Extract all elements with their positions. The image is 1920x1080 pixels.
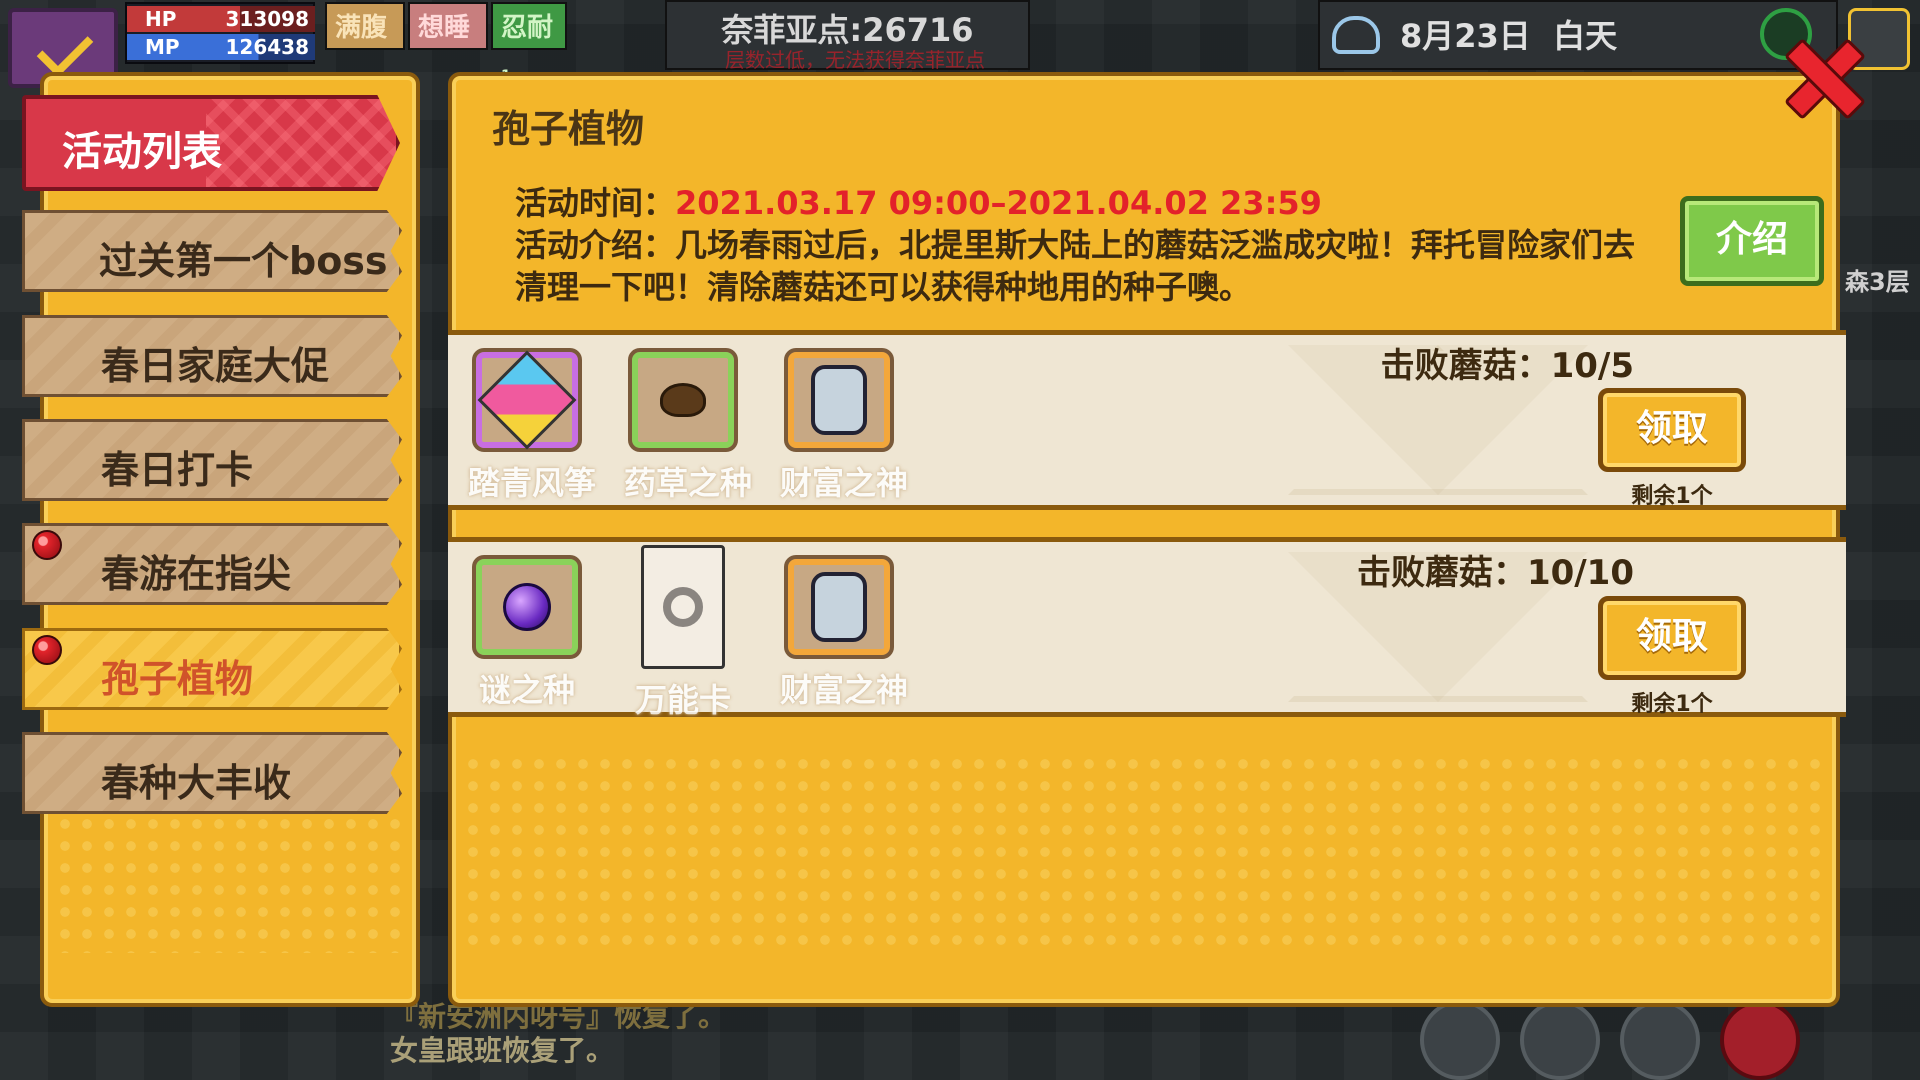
seed-icon bbox=[660, 383, 706, 417]
activity-item-first-boss[interactable]: 过关第一个boss bbox=[22, 210, 402, 292]
kite-icon bbox=[477, 350, 577, 450]
badge-icon[interactable] bbox=[1720, 1000, 1800, 1080]
activity-title: 孢子植物 bbox=[492, 107, 645, 151]
claim-button[interactable]: 领取 bbox=[1598, 388, 1746, 472]
reward-item[interactable]: 万能卡 bbox=[624, 545, 742, 721]
activity-description: 活动介绍：几场春雨过后，北提里斯大陆上的蘑菇泛滥成灾啦！拜托冒险家们去清理一下吧… bbox=[515, 224, 1655, 308]
activity-time: 活动时间：2021.03.17 09:00–2021.04.02 23:59 bbox=[515, 182, 1322, 224]
mp-label: MP bbox=[145, 35, 180, 59]
activity-desc-label: 活动介绍： bbox=[515, 226, 676, 264]
reward-icon-frame bbox=[628, 348, 738, 452]
shield-icon[interactable] bbox=[1420, 1000, 1500, 1080]
chat-line: 女皇跟班恢复了。 bbox=[390, 1034, 615, 1067]
reward-name: 财富之神 bbox=[780, 671, 909, 709]
activity-item-spring-family-sale[interactable]: 春日家庭大促 bbox=[22, 315, 402, 397]
close-icon[interactable] bbox=[1786, 40, 1858, 112]
notification-dot-icon bbox=[32, 530, 62, 560]
activity-time-label: 活动时间： bbox=[515, 184, 676, 222]
task-progress: 击败蘑菇：10/10 bbox=[1356, 553, 1634, 593]
hp-bar: HP 313098 bbox=[127, 6, 315, 32]
panel-pattern bbox=[54, 813, 406, 953]
reward-name: 药草之种 bbox=[624, 464, 753, 502]
hp-mp-panel: HP 313098 MP 126438 bbox=[125, 2, 315, 64]
star-icon[interactable] bbox=[1520, 1000, 1600, 1080]
notification-dot-icon bbox=[32, 635, 62, 665]
mp-bar: MP 126438 bbox=[127, 34, 315, 60]
task-progress: 击败蘑菇：10/5 bbox=[1380, 346, 1634, 386]
rain-cloud-icon bbox=[1332, 16, 1380, 54]
header-pattern bbox=[206, 99, 396, 187]
hp-label: HP bbox=[145, 7, 177, 31]
reward-item[interactable]: 财富之神 bbox=[780, 348, 909, 504]
activity-item-spring-trip[interactable]: 春游在指尖 bbox=[22, 523, 402, 605]
activity-item-label: 春游在指尖 bbox=[101, 552, 292, 596]
reward-item[interactable]: 药草之种 bbox=[624, 348, 753, 504]
activity-item-label: 春种大丰收 bbox=[101, 761, 292, 805]
activity-item-label: 春日打卡 bbox=[101, 448, 254, 492]
activity-list-title: 活动列表 bbox=[62, 129, 222, 175]
reward-name: 万能卡 bbox=[634, 681, 731, 719]
activity-time-value: 2021.03.17 09:00–2021.04.02 23:59 bbox=[675, 184, 1322, 222]
activity-desc-value: 几场春雨过后，北提里斯大陆上的蘑菇泛滥成灾啦！拜托冒险家们去清理一下吧！清除蘑菇… bbox=[515, 226, 1636, 306]
reward-item[interactable]: 财富之神 bbox=[780, 555, 909, 711]
activity-item-label: 孢子植物 bbox=[101, 657, 254, 701]
intro-button[interactable]: 介绍 bbox=[1680, 196, 1824, 286]
coin-icon bbox=[811, 572, 867, 642]
universal-card-icon bbox=[641, 545, 725, 669]
coin-icon bbox=[811, 365, 867, 435]
activity-item-label: 春日家庭大促 bbox=[101, 344, 330, 388]
activity-item-spring-checkin[interactable]: 春日打卡 bbox=[22, 419, 402, 501]
rank-chevron-icon bbox=[36, 20, 94, 78]
reward-item[interactable]: 谜之种 bbox=[468, 555, 586, 711]
date-text: 8月23日 白天 bbox=[1400, 2, 1617, 70]
status-sleepy[interactable]: 想睡 bbox=[408, 2, 488, 50]
activity-item-spore-plant[interactable]: 孢子植物 bbox=[22, 628, 402, 710]
mp-value: 126438 bbox=[225, 35, 310, 59]
chat-log: 『新安洲内呀号』恢复了。 女皇跟班恢复了。 bbox=[390, 1000, 726, 1068]
card-symbol-icon bbox=[663, 587, 703, 627]
status-endure-label: 忍耐 bbox=[501, 13, 554, 43]
claim-button[interactable]: 领取 bbox=[1598, 596, 1746, 680]
remaining-count: 剩余1个 bbox=[1631, 692, 1713, 717]
reward-name: 踏青风筝 bbox=[468, 464, 597, 502]
reward-name: 谜之种 bbox=[478, 671, 575, 709]
reward-icon-frame bbox=[472, 348, 582, 452]
panel-pattern bbox=[462, 753, 1826, 953]
activity-list-header: 活动列表 bbox=[22, 95, 400, 191]
activity-item-label: 过关第一个boss bbox=[99, 239, 388, 283]
remaining-count: 剩余1个 bbox=[1631, 484, 1713, 509]
daytime-value: 白天 bbox=[1553, 17, 1618, 55]
reward-icon-frame bbox=[784, 348, 894, 452]
reward-icon-frame bbox=[784, 555, 894, 659]
status-full[interactable]: 满腹 bbox=[325, 2, 405, 50]
reward-icon-frame bbox=[472, 555, 582, 659]
status-endure[interactable]: 忍耐1 bbox=[491, 2, 567, 84]
activity-item-spring-harvest[interactable]: 春种大丰收 bbox=[22, 732, 402, 814]
nefia-points-note: 层数过低，无法获得奈菲亚点 bbox=[725, 48, 985, 72]
reward-name: 财富之神 bbox=[780, 464, 909, 502]
mystery-seed-icon bbox=[503, 583, 551, 631]
reward-item[interactable]: 踏青风筝 bbox=[468, 348, 597, 504]
date-value: 8月23日 bbox=[1400, 17, 1531, 55]
hp-value: 313098 bbox=[225, 7, 310, 31]
swords-icon[interactable] bbox=[1620, 1000, 1700, 1080]
floor-indicator: 森3层 bbox=[1845, 268, 1910, 296]
